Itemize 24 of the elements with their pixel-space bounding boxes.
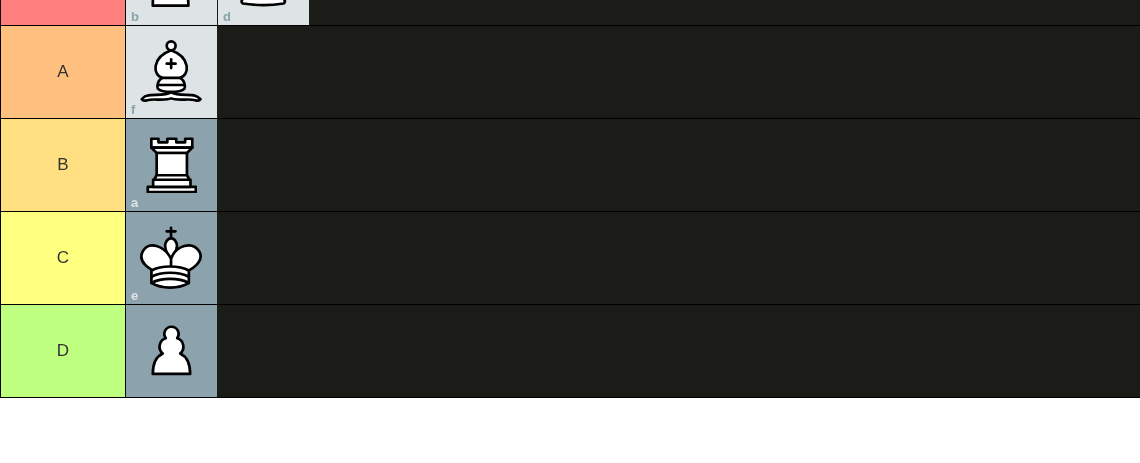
tier-label: B [1,119,126,211]
tier-label: A [1,26,126,118]
tier-label: C [1,212,126,304]
square-letter: b [131,10,139,24]
tier-dropzone[interactable]: f [126,26,1140,118]
square-letter: a [131,196,139,210]
square-letter: f [131,103,136,117]
square-letter: d [223,10,231,24]
tier-dropzone[interactable]: e [126,212,1140,304]
piece-tile[interactable]: a [126,119,217,211]
bishop-icon [140,40,203,104]
piece-tile[interactable]: b [126,0,217,25]
tier-label: D [1,305,126,397]
piece-tile[interactable]: d [218,0,309,25]
tier-dropzone[interactable] [126,305,1140,397]
piece-tile[interactable]: f [126,26,217,118]
king-icon [139,225,204,291]
square-letter: e [131,289,139,303]
pawn-icon [151,325,192,377]
tier-dropzone[interactable]: b d [126,0,1140,25]
tier-dropzone[interactable]: a [126,119,1140,211]
rook-icon [145,136,198,194]
piece-tile[interactable] [126,305,217,397]
piece-tile[interactable]: e [126,212,217,304]
